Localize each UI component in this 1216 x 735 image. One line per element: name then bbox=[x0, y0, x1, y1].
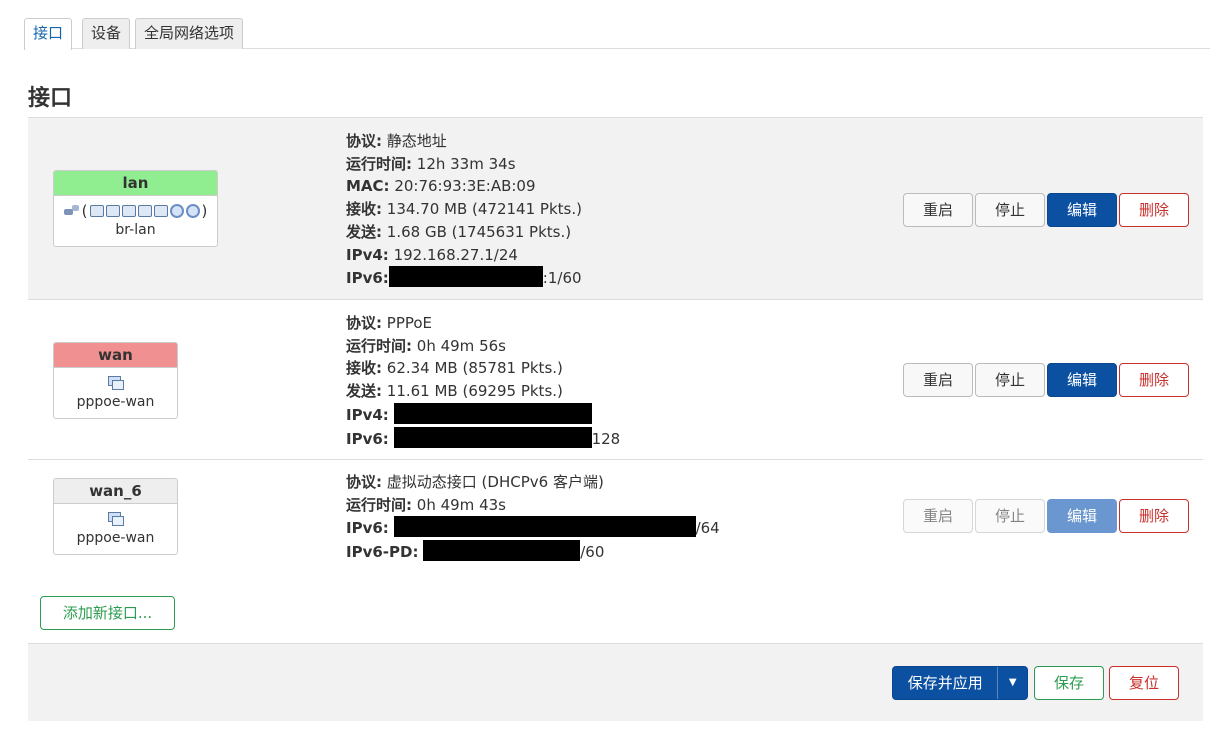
redacted-block bbox=[393, 402, 592, 424]
redacted-block bbox=[388, 266, 543, 288]
ethernet-port-icon bbox=[121, 205, 136, 217]
status-line: MAC: 20:76:93:3E:AB:09 bbox=[346, 177, 536, 196]
interface-device: br-lan bbox=[115, 222, 156, 238]
edit-button[interactable]: 编辑 bbox=[1047, 363, 1117, 397]
stop-button[interactable]: 停止 bbox=[975, 193, 1045, 227]
status-line: 发送: 1.68 GB (1745631 Pkts.) bbox=[346, 222, 572, 241]
interface-name: wan bbox=[54, 343, 177, 368]
chevron-down-icon[interactable]: ▼ bbox=[997, 667, 1027, 699]
status-line: 运行时间: 12h 33m 34s bbox=[346, 154, 516, 173]
status-line: 协议: 虚拟动态接口 (DHCPv6 客户端) bbox=[346, 473, 604, 491]
delete-button[interactable]: 删除 bbox=[1119, 499, 1189, 533]
restart-button[interactable]: 重启 bbox=[903, 363, 973, 397]
status-line: IPv6: 128 bbox=[346, 426, 620, 451]
interface-badge-lan: lan ( ) br-lan bbox=[53, 170, 218, 247]
status-line: 接收: 62.34 MB (85781 Pkts.) bbox=[346, 359, 563, 378]
ethernet-port-icon bbox=[89, 205, 104, 217]
network-device-icon bbox=[107, 511, 125, 527]
interface-name: wan_6 bbox=[54, 479, 177, 504]
stop-button[interactable]: 停止 bbox=[975, 499, 1045, 533]
interface-status: 协议: 虚拟动态接口 (DHCPv6 客户端) 运行时间: 0h 49m 43s… bbox=[346, 471, 720, 564]
delete-button[interactable]: 删除 bbox=[1119, 193, 1189, 227]
interface-badge-wan: wan pppoe-wan bbox=[53, 342, 178, 419]
interface-device: pppoe-wan bbox=[76, 530, 155, 546]
interface-status: 协议: 静态地址 运行时间: 12h 33m 34s MAC: 20:76:93… bbox=[346, 130, 582, 290]
status-line: 协议: 静态地址 bbox=[346, 132, 447, 150]
status-line: IPv6: /64 bbox=[346, 516, 720, 540]
redacted-block bbox=[423, 540, 581, 562]
edit-button[interactable]: 编辑 bbox=[1047, 193, 1117, 227]
bridge-members: ( ) bbox=[54, 201, 217, 221]
status-line: IPv6::1/60 bbox=[346, 266, 582, 290]
interface-name: lan bbox=[54, 171, 217, 196]
status-line: IPv4: 192.168.27.1/24 bbox=[346, 245, 518, 264]
save-button[interactable]: 保存 bbox=[1034, 666, 1104, 700]
status-line: IPv6-PD: /60 bbox=[346, 540, 720, 564]
ethernet-port-icon bbox=[105, 205, 120, 217]
status-line: 接收: 134.70 MB (472141 Pkts.) bbox=[346, 200, 582, 219]
interface-badge-wan6: wan_6 pppoe-wan bbox=[53, 478, 178, 555]
wireless-icon bbox=[169, 204, 184, 218]
delete-button[interactable]: 删除 bbox=[1119, 363, 1189, 397]
wireless-icon bbox=[185, 204, 200, 218]
interface-row-lan: lan ( ) br-lan 协议: 静态地址 运行时间: 12h 33m 34… bbox=[28, 118, 1203, 300]
add-interface-button[interactable]: 添加新接口... bbox=[40, 596, 175, 630]
interfaces-table: lan ( ) br-lan 协议: 静态地址 运行时间: 12h 33m 34… bbox=[28, 117, 1203, 586]
status-line: 发送: 11.61 MB (69295 Pkts.) bbox=[346, 382, 563, 401]
page-title: 接口 bbox=[28, 86, 73, 111]
status-line: 运行时间: 0h 49m 56s bbox=[346, 336, 506, 355]
redacted-block bbox=[393, 426, 592, 448]
interface-status: 协议: PPPoE 运行时间: 0h 49m 56s 接收: 62.34 MB … bbox=[346, 312, 620, 450]
page-actions: 保存并应用 ▼ 保存 复位 bbox=[28, 643, 1203, 721]
edit-button[interactable]: 编辑 bbox=[1047, 499, 1117, 533]
interface-row-wan: wan pppoe-wan 协议: PPPoE 运行时间: 0h 49m 56s… bbox=[28, 300, 1203, 460]
status-line: 协议: PPPoE bbox=[346, 314, 433, 332]
status-line: IPv4: bbox=[346, 402, 620, 427]
interface-row-wan6: wan_6 pppoe-wan 协议: 虚拟动态接口 (DHCPv6 客户端) … bbox=[28, 460, 1203, 586]
tab-interfaces[interactable]: 接口 bbox=[24, 18, 73, 50]
ethernet-port-icon bbox=[153, 205, 168, 217]
stop-button[interactable]: 停止 bbox=[975, 363, 1045, 397]
ethernet-port-icon bbox=[137, 205, 152, 217]
status-line: 运行时间: 0h 49m 43s bbox=[346, 495, 506, 514]
tab-bar: 接口 设备 全局网络选项 bbox=[24, 18, 1210, 50]
network-device-icon bbox=[107, 375, 125, 391]
restart-button[interactable]: 重启 bbox=[903, 193, 973, 227]
save-apply-button[interactable]: 保存并应用 bbox=[893, 667, 997, 699]
tab-devices[interactable]: 设备 bbox=[82, 18, 131, 49]
redacted-block bbox=[393, 516, 696, 538]
save-apply-button-group: 保存并应用 ▼ bbox=[892, 666, 1028, 700]
reset-button[interactable]: 复位 bbox=[1109, 666, 1179, 700]
interface-device: pppoe-wan bbox=[76, 394, 155, 410]
bridge-icon bbox=[63, 205, 80, 217]
tab-global-options[interactable]: 全局网络选项 bbox=[135, 18, 244, 49]
restart-button[interactable]: 重启 bbox=[903, 499, 973, 533]
